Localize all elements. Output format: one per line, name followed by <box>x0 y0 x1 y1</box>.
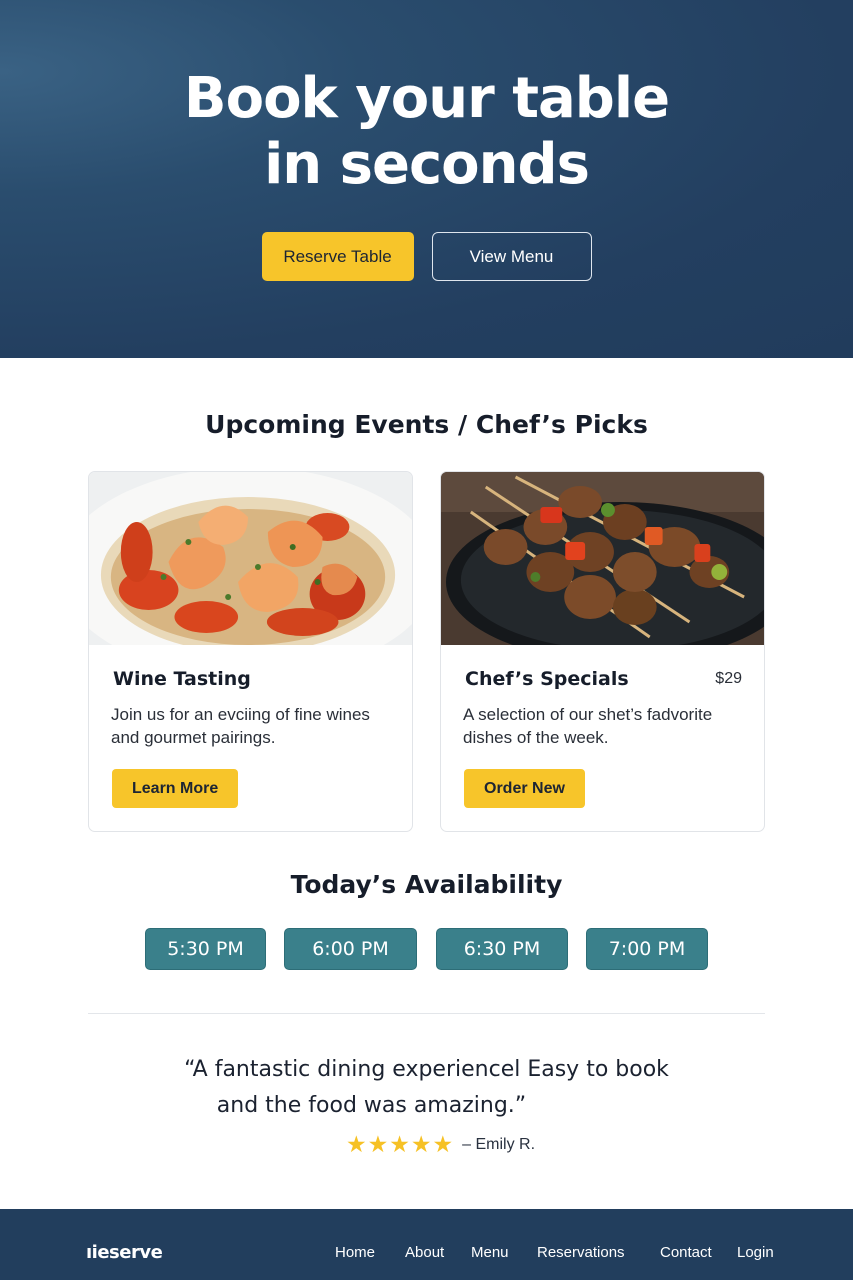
testimonial-rating: ★★★★★ – Emily R. <box>346 1131 535 1158</box>
hero-title-line-1: Book your table <box>183 66 670 131</box>
footer-link-menu[interactable]: Menu <box>471 1244 509 1261</box>
hero-title-line-2: in seconds <box>264 132 590 197</box>
time-slot-button[interactable]: 7:00 PM <box>586 928 708 970</box>
event-card-title: Wine Tasting <box>113 668 251 690</box>
view-menu-button[interactable]: View Menu <box>431 232 592 281</box>
site-footer: ıieserve Home About Menu Reservations Co… <box>0 1209 853 1280</box>
footer-logo[interactable]: ıieserve <box>86 1242 163 1263</box>
section-divider <box>88 1013 765 1014</box>
learn-more-button[interactable]: Learn More <box>112 769 239 808</box>
order-new-button[interactable]: Order New <box>464 769 585 808</box>
event-card-chefs-specials: Chef’s Specials $29 A selection of our s… <box>440 471 765 832</box>
footer-link-home[interactable]: Home <box>335 1244 375 1261</box>
reserve-table-button[interactable]: Reserve Table <box>261 232 414 281</box>
footer-link-about[interactable]: About <box>405 1244 444 1261</box>
testimonial-author: – Emily R. <box>462 1135 536 1153</box>
quote-line-2: and the food was amazing.” <box>216 1093 527 1118</box>
star-rating-icons: ★★★★★ <box>346 1131 455 1157</box>
footer-link-login[interactable]: Login <box>737 1244 774 1261</box>
time-slot-button[interactable]: 6:30 PM <box>436 928 568 970</box>
event-card-price: $29 <box>715 670 742 687</box>
time-slot-button[interactable]: 5:30 PM <box>145 928 266 970</box>
skewers-dish-image <box>441 472 764 645</box>
availability-heading: Today’s Availability <box>290 870 563 899</box>
event-card-title: Chef’s Specials <box>465 668 629 690</box>
footer-link-contact[interactable]: Contact <box>660 1244 712 1261</box>
events-heading: Upcoming Events / Chef’s Picks <box>205 410 648 439</box>
hero-title: Book your table in seconds <box>0 66 853 198</box>
hero-section: Book your table in seconds Reserve Table… <box>0 0 853 358</box>
event-card-wine-tasting: Wine Tasting Join us for an evciing of f… <box>88 471 413 832</box>
event-card-description: Join us for an evciing of fine wines and… <box>111 705 370 747</box>
hero-buttons: Reserve Table View Menu <box>0 232 853 281</box>
testimonial-quote: “A fantastic dining experiencel Easy to … <box>0 1052 853 1124</box>
event-card-description: A selection of our shet’s fadvorite dish… <box>463 705 713 747</box>
footer-link-reservations[interactable]: Reservations <box>537 1244 625 1261</box>
shrimp-dish-image <box>89 472 412 645</box>
quote-line-1: “A fantastic dining experiencel Easy to … <box>184 1057 669 1082</box>
time-slot-button[interactable]: 6:00 PM <box>284 928 417 970</box>
